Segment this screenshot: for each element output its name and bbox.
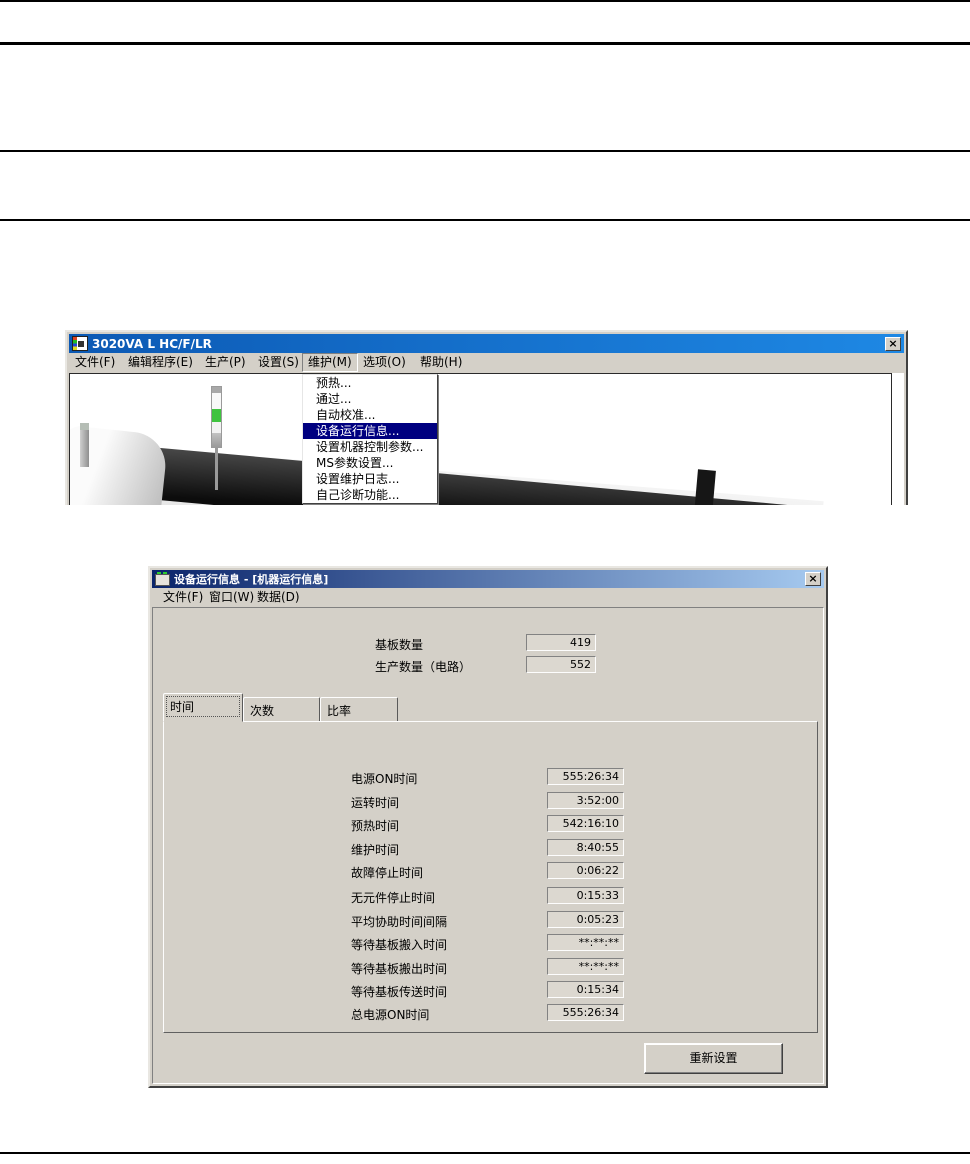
page-rule-3	[0, 150, 970, 152]
field-label: 等待基板搬出时间	[351, 962, 448, 976]
board-count-value: 419	[526, 634, 596, 651]
field-label: 等待基板搬入时间	[351, 938, 448, 952]
app-icon	[72, 336, 88, 351]
field-value: 542:16:10	[547, 815, 624, 832]
menu-item-self-diagnosis[interactable]: 自己诊断功能...	[303, 487, 437, 503]
app-icon-stripes	[73, 337, 77, 350]
field-value: 0:15:34	[547, 981, 624, 998]
field-value: 0:05:23	[547, 911, 624, 928]
tab-ratio-label: 比率	[327, 704, 352, 718]
signal-tower-small-icon	[80, 423, 89, 467]
field-label: 等待基板传送时间	[351, 985, 448, 999]
table-row: 维护时间 8:40:55	[164, 839, 817, 858]
table-row: 运转时间 3:52:00	[164, 792, 817, 811]
machine-right-block	[694, 469, 716, 505]
tab-count[interactable]: 次数	[243, 697, 320, 721]
menu-maintenance[interactable]: 维护(M)	[302, 353, 358, 372]
window-right-strip	[892, 373, 904, 505]
page-rule-bottom	[0, 1152, 970, 1154]
field-value: 555:26:34	[547, 768, 624, 785]
window-title: 3020VA L HC/F/LR	[92, 336, 212, 351]
menu-item-pass[interactable]: 通过...	[303, 391, 437, 407]
menu-item-ms-params[interactable]: MS参数设置...	[303, 455, 437, 471]
menu-production[interactable]: 生产(P)	[200, 354, 251, 371]
menu-item-device-run-info[interactable]: 设备运行信息...	[303, 423, 437, 439]
signal-tower-green-light	[212, 409, 221, 422]
page-rule-top	[0, 0, 970, 2]
table-row: 无元件停止时间 0:15:33	[164, 887, 817, 906]
main-titlebar[interactable]: 3020VA L HC/F/LR ×	[69, 334, 904, 353]
signal-tower-segment	[212, 422, 221, 433]
signal-tower-icon	[211, 386, 222, 448]
table-row: 等待基板搬出时间 **:**:**	[164, 958, 817, 977]
page-rule-2	[0, 42, 970, 45]
field-label: 总电源ON时间	[351, 1008, 430, 1022]
field-label: 运转时间	[351, 796, 400, 810]
production-count-value: 552	[526, 656, 596, 673]
tab-count-label: 次数	[250, 704, 275, 718]
field-value: **:**:**	[547, 958, 624, 975]
field-label: 预热时间	[351, 819, 400, 833]
dialog-client-area: 基板数量 419 生产数量（电路） 552 时间 次数 比率 电源ON时间 55…	[152, 607, 824, 1084]
field-value: 555:26:34	[547, 1004, 624, 1021]
dialog-menubar: 文件(F) 窗口(W) 数据(D)	[152, 588, 824, 608]
main-app-window: 3020VA L HC/F/LR × 文件(F) 编辑程序(E) 生产(P) 设…	[65, 330, 908, 505]
menu-edit-program[interactable]: 编辑程序(E)	[123, 354, 198, 371]
close-icon[interactable]: ×	[885, 336, 901, 351]
tab-ratio[interactable]: 比率	[320, 697, 398, 721]
dialog-titlebar[interactable]: 设备运行信息 - [机器运行信息] ×	[152, 570, 824, 588]
maintenance-dropdown-menu: 预热... 通过... 自动校准... 设备运行信息... 设置机器控制参数..…	[302, 374, 438, 504]
main-menubar: 文件(F) 编辑程序(E) 生产(P) 设置(S) 维护(M) 选项(O) 帮助…	[69, 353, 904, 373]
time-tab-panel: 电源ON时间 555:26:34 运转时间 3:52:00 预热时间 542:1…	[163, 721, 818, 1033]
field-label: 平均协助时间间隔	[351, 915, 448, 929]
reset-button[interactable]: 重新设置	[644, 1043, 783, 1074]
menu-data[interactable]: 数据(D)	[252, 589, 305, 606]
field-value: 0:15:33	[547, 887, 624, 904]
device-run-info-window: 设备运行信息 - [机器运行信息] × 文件(F) 窗口(W) 数据(D) 基板…	[148, 566, 828, 1088]
field-label: 无元件停止时间	[351, 891, 436, 905]
field-value: **:**:**	[547, 934, 624, 951]
signal-tower-base	[212, 433, 221, 447]
signal-tower-small-cap	[80, 423, 89, 430]
field-label: 维护时间	[351, 843, 400, 857]
table-row: 故障停止时间 0:06:22	[164, 862, 817, 881]
signal-tower-segment	[212, 393, 221, 409]
menu-window[interactable]: 窗口(W)	[204, 589, 259, 606]
menu-item-maintenance-log[interactable]: 设置维护日志...	[303, 471, 437, 487]
app-icon-dot	[78, 341, 84, 347]
dialog-icon-body	[155, 574, 170, 586]
tab-time[interactable]: 时间	[163, 693, 243, 722]
machine-image	[69, 373, 892, 505]
field-value: 3:52:00	[547, 792, 624, 809]
table-row: 平均协助时间间隔 0:05:23	[164, 911, 817, 930]
menu-file[interactable]: 文件(F)	[70, 354, 120, 371]
field-label: 电源ON时间	[351, 772, 418, 786]
board-count-label: 基板数量	[375, 638, 424, 652]
close-icon[interactable]: ×	[805, 572, 821, 586]
menu-item-machine-control-params[interactable]: 设置机器控制参数...	[303, 439, 437, 455]
table-row: 电源ON时间 555:26:34	[164, 768, 817, 787]
menu-file[interactable]: 文件(F)	[158, 589, 208, 606]
menu-item-preheat[interactable]: 预热...	[303, 375, 437, 391]
production-count-label: 生产数量（电路）	[375, 660, 472, 674]
menu-item-auto-calibration[interactable]: 自动校准...	[303, 407, 437, 423]
tab-time-label: 时间	[170, 700, 195, 714]
field-value: 8:40:55	[547, 839, 624, 856]
signal-tower-rod	[215, 448, 218, 490]
menu-help[interactable]: 帮助(H)	[415, 354, 467, 371]
table-row: 预热时间 542:16:10	[164, 815, 817, 834]
table-row: 等待基板传送时间 0:15:34	[164, 981, 817, 1000]
dialog-icon	[155, 572, 170, 586]
field-value: 0:06:22	[547, 862, 624, 879]
menu-settings[interactable]: 设置(S)	[253, 354, 304, 371]
page-rule-4	[0, 219, 970, 221]
dialog-title: 设备运行信息 - [机器运行信息]	[174, 573, 329, 586]
field-label: 故障停止时间	[351, 866, 424, 880]
table-row: 总电源ON时间 555:26:34	[164, 1004, 817, 1023]
table-row: 等待基板搬入时间 **:**:**	[164, 934, 817, 953]
menu-options[interactable]: 选项(O)	[358, 354, 411, 371]
